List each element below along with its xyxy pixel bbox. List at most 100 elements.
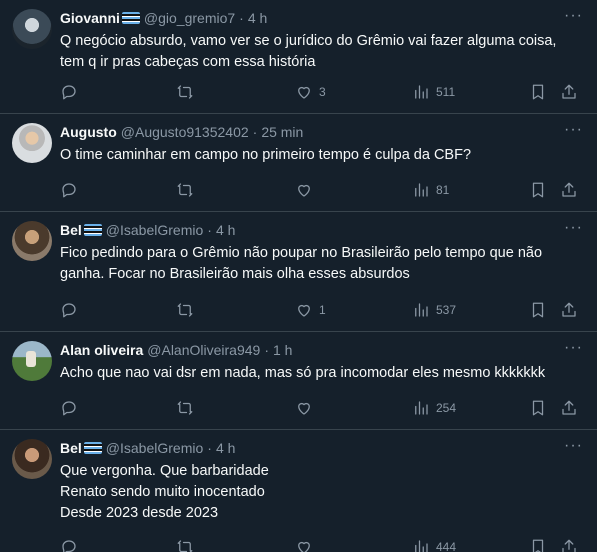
view-count: 537: [436, 303, 457, 317]
display-name[interactable]: Giovanni: [60, 10, 120, 26]
user-handle[interactable]: @Augusto91352402: [121, 124, 249, 140]
tweet-text-line: Que vergonha. Que barbaridade: [60, 463, 269, 479]
tweet-text: O time caminhar em campo no primeiro tem…: [60, 145, 580, 166]
share-icon: [562, 302, 576, 317]
user-handle[interactable]: @IsabelGremio: [106, 222, 203, 238]
retweet-button[interactable]: [176, 301, 194, 319]
bookmark-button[interactable]: [529, 538, 547, 552]
share-button[interactable]: [560, 181, 578, 199]
avatar[interactable]: [12, 221, 52, 261]
bookmark-button[interactable]: [529, 83, 547, 101]
reply-button[interactable]: [60, 83, 78, 101]
reply-button[interactable]: [60, 538, 78, 552]
timestamp[interactable]: 1 h: [273, 342, 292, 358]
avatar[interactable]: [12, 123, 52, 163]
timestamp[interactable]: 25 min: [261, 124, 303, 140]
bookmark-icon: [532, 302, 544, 318]
timestamp[interactable]: 4 h: [248, 10, 267, 26]
bookmark-button[interactable]: [529, 301, 547, 319]
more-icon[interactable]: ···: [564, 122, 583, 138]
share-icon: [562, 539, 576, 552]
views-icon: [415, 183, 428, 197]
more-icon[interactable]: ···: [564, 8, 583, 24]
display-name[interactable]: Alan oliveira: [60, 342, 143, 358]
tweet-header: Giovanni @gio_gremio7 · 4 h: [60, 9, 267, 27]
retweet-icon: [177, 85, 193, 99]
like-button[interactable]: 1: [295, 301, 326, 319]
more-icon[interactable]: ···: [564, 340, 583, 356]
share-icon: [562, 182, 576, 197]
views-button[interactable]: 254: [412, 399, 456, 417]
more-icon[interactable]: ···: [564, 220, 583, 236]
tweet[interactable]: Alan oliveira @AlanOliveira949 · 1 h ···…: [0, 332, 597, 430]
display-name[interactable]: Augusto: [60, 124, 117, 140]
views-button[interactable]: 81: [412, 181, 449, 199]
tweet[interactable]: Bel @IsabelGremio · 4 h ··· Fico pedindo…: [0, 212, 597, 332]
reply-button[interactable]: [60, 399, 78, 417]
reply-button[interactable]: [60, 181, 78, 199]
tweet-text: Acho que nao vai dsr em nada, mas só pra…: [60, 363, 580, 384]
reply-button[interactable]: [60, 301, 78, 319]
view-count: 81: [436, 183, 450, 197]
view-count: 254: [436, 401, 457, 415]
tweet-text-line: tem q ir pras cabeças com essa história: [60, 54, 316, 70]
tweet[interactable]: Bel @IsabelGremio · 4 h ··· Que vergonha…: [0, 430, 597, 552]
avatar[interactable]: [12, 341, 52, 381]
views-button[interactable]: 537: [412, 301, 456, 319]
like-count: 1: [319, 303, 326, 317]
tweet-text-line: Acho que nao vai dsr em nada, mas só pra…: [60, 365, 546, 381]
separator-dot: ·: [207, 440, 212, 456]
action-bar: 444: [0, 538, 597, 552]
views-button[interactable]: 444: [412, 538, 456, 552]
tweet[interactable]: Giovanni @gio_gremio7 · 4 h ··· Q negóci…: [0, 0, 597, 114]
views-icon: [415, 303, 428, 317]
reply-icon: [62, 183, 76, 198]
view-count: 444: [436, 540, 457, 552]
bookmark-icon: [532, 539, 544, 552]
action-bar: 254: [0, 399, 597, 419]
like-button[interactable]: [295, 538, 319, 552]
tweet-text-line: O time caminhar em campo no primeiro tem…: [60, 147, 472, 163]
share-button[interactable]: [560, 301, 578, 319]
share-button[interactable]: [560, 538, 578, 552]
tweet-text-line: Renato sendo muito inocentado: [60, 484, 265, 500]
separator-dot: ·: [239, 10, 244, 26]
like-button[interactable]: [295, 181, 319, 199]
tweet-header: Augusto @Augusto91352402 · 25 min: [60, 123, 303, 141]
bookmark-button[interactable]: [529, 181, 547, 199]
tweet-text: Fico pedindo para o Grêmio não poupar no…: [60, 243, 580, 285]
like-icon: [298, 541, 310, 552]
retweet-button[interactable]: [176, 399, 194, 417]
user-handle[interactable]: @IsabelGremio: [106, 440, 203, 456]
like-button[interactable]: 3: [295, 83, 326, 101]
views-button[interactable]: 511: [412, 83, 455, 101]
like-button[interactable]: [295, 399, 319, 417]
tweet[interactable]: Augusto @Augusto91352402 · 25 min ··· O …: [0, 114, 597, 212]
display-name[interactable]: Bel: [60, 440, 82, 456]
like-icon: [298, 86, 310, 99]
like-count: 3: [319, 85, 326, 99]
display-name[interactable]: Bel: [60, 222, 82, 238]
share-icon: [562, 400, 576, 415]
avatar[interactable]: [12, 9, 52, 49]
retweet-button[interactable]: [176, 83, 194, 101]
bookmark-icon: [532, 400, 544, 416]
like-icon: [298, 402, 310, 415]
timestamp[interactable]: 4 h: [216, 440, 235, 456]
retweet-icon: [177, 401, 193, 415]
user-handle[interactable]: @AlanOliveira949: [147, 342, 260, 358]
more-icon[interactable]: ···: [564, 438, 583, 454]
reply-icon: [62, 540, 76, 552]
avatar[interactable]: [12, 439, 52, 479]
reply-icon: [62, 303, 76, 318]
tweet-text-line: Desde 2023 desde 2023: [60, 505, 219, 521]
retweet-button[interactable]: [176, 538, 194, 552]
user-handle[interactable]: @gio_gremio7: [144, 10, 235, 26]
timestamp[interactable]: 4 h: [216, 222, 235, 238]
retweet-icon: [177, 303, 193, 317]
bookmark-button[interactable]: [529, 399, 547, 417]
views-icon: [415, 540, 428, 552]
retweet-button[interactable]: [176, 181, 194, 199]
share-button[interactable]: [560, 83, 578, 101]
share-button[interactable]: [560, 399, 578, 417]
